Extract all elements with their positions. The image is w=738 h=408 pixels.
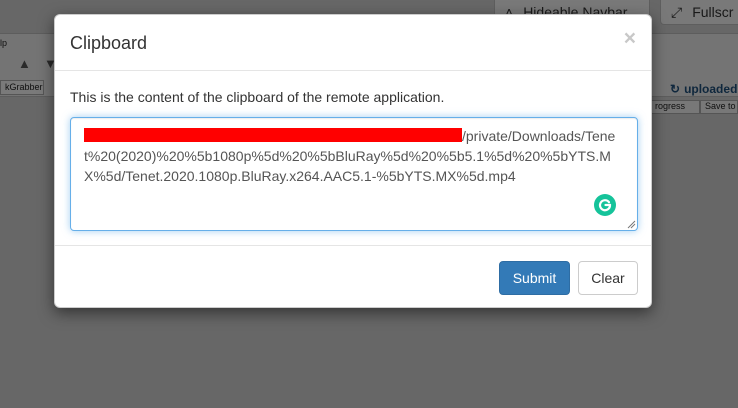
grammarly-icon[interactable]	[594, 194, 616, 217]
modal-title: Clipboard	[70, 33, 148, 53]
modal-description: This is the content of the clipboard of …	[70, 89, 445, 105]
clipboard-modal: Clipboard × This is the content of the c…	[54, 14, 652, 308]
modal-header: Clipboard ×	[55, 15, 651, 71]
clear-button[interactable]: Clear	[578, 261, 638, 295]
clipboard-content[interactable]: /private/Downloads/Tenet%20(2020)%20%5b1…	[84, 126, 624, 186]
clipboard-textarea[interactable]: /private/Downloads/Tenet%20(2020)%20%5b1…	[70, 117, 638, 232]
modal-body: This is the content of the clipboard of …	[55, 71, 651, 245]
redaction-bar	[84, 128, 462, 143]
close-button[interactable]: ×	[624, 28, 636, 49]
resize-grip-icon[interactable]	[627, 220, 636, 229]
modal-footer: Submit Clear	[55, 245, 651, 308]
submit-button[interactable]: Submit	[499, 261, 570, 295]
